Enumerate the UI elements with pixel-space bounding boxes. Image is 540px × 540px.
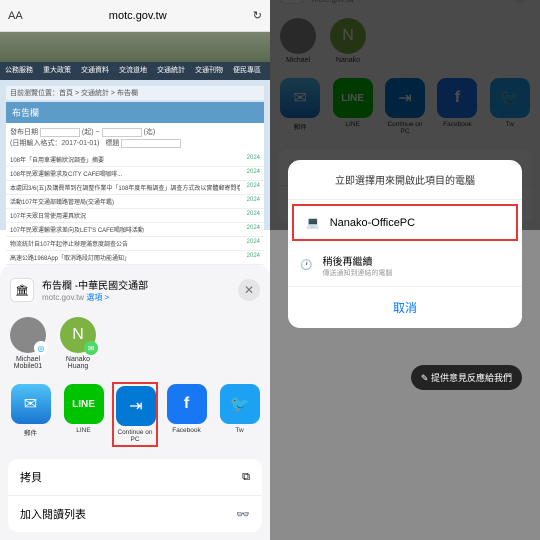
close-icon[interactable]: ✕ <box>238 279 260 301</box>
share-app-twitter[interactable]: 🐦Tw <box>217 384 262 445</box>
modal-header: 立即選擇用來開啟此項目的電腦 <box>288 160 522 200</box>
later-option[interactable]: 🕐 稍後再繼續傳送通知到連結的電腦 <box>288 245 522 286</box>
cancel-button[interactable]: 取消 <box>288 286 522 328</box>
phone-right: AAmotc.gov.tw↻ 公務服務重大政策交通資料交流道地交通統計交通刊物便… <box>270 0 540 540</box>
table-row[interactable]: 107年天眾日常使用運具狀況2024 <box>6 209 264 223</box>
airdrop-person[interactable]: ◎ MichaelMobile01 <box>10 317 46 370</box>
sheet-title: 布告欄 -中華民國交通部 <box>42 277 230 292</box>
nav-item[interactable]: 交通資料 <box>76 62 114 80</box>
sheet-options[interactable]: 選項 > <box>86 293 109 302</box>
nav-item[interactable]: 交流道地 <box>114 62 152 80</box>
sheet-subtitle: motc.gov.tw <box>42 293 84 302</box>
url-text[interactable]: motc.gov.tw <box>31 10 245 22</box>
line-icon: LINE <box>64 384 104 424</box>
pc-option[interactable]: 💻 Nanako-OfficePC <box>292 204 518 241</box>
share-sheet: 🏛 布告欄 -中華民國交通部 motc.gov.tw 選項 > ✕ ◎ Mich… <box>0 265 270 540</box>
facebook-icon: f <box>167 384 207 424</box>
table-row[interactable]: 本處因3/6(五)及講費幣到在調整作業中「108年度年報調查」調查方式改以實體郵… <box>6 181 264 195</box>
copy-icon: ⧉ <box>242 471 250 484</box>
phone-left: AA motc.gov.tw ↻ 公務服務 重大政策 交通資料 交流道地 交通統… <box>0 0 270 540</box>
continue-pc-icon: ⇥ <box>116 386 156 426</box>
mail-icon: ✉ <box>11 384 51 424</box>
text-size-button[interactable]: AA <box>8 10 23 22</box>
title-input[interactable] <box>121 139 181 148</box>
airdrop-person[interactable]: N✉ NanakoHuang <box>60 317 96 370</box>
feedback-pill[interactable]: ✎ 提供意見反應給我們 <box>411 365 522 390</box>
panel-title: 布告欄 <box>6 102 264 123</box>
table-row[interactable]: 物流統計自107年起停止辦理滿意度調查公告2024 <box>6 237 264 251</box>
pc-picker-modal: 立即選擇用來開啟此項目的電腦 💻 Nanako-OfficePC 🕐 稍後再繼續… <box>288 160 522 328</box>
date-to-input[interactable] <box>102 128 142 137</box>
nav-item[interactable]: 公務服務 <box>0 62 38 80</box>
clock-icon: 🕐 <box>300 260 312 271</box>
table-row[interactable]: 活動107年交通部鐵路管理局(交通年鑑)2024 <box>6 195 264 209</box>
share-app-mail[interactable]: ✉郵件 <box>8 384 53 445</box>
laptop-icon: 💻 <box>306 216 320 229</box>
address-bar: AA motc.gov.tw ↻ <box>0 0 270 32</box>
pc-name: Nanako-OfficePC <box>330 217 415 229</box>
table-row[interactable]: 高速公路1968App「取消路段訂閱功能通知」2024 <box>6 251 264 265</box>
nav-item[interactable]: 便民專區 <box>228 62 266 80</box>
share-app-line[interactable]: LINELINE <box>61 384 106 445</box>
share-app-facebook[interactable]: fFacebook <box>164 384 209 445</box>
filters: 發布日期 (起) ~ (迄) (日期輸入格式：2017-01-01) 標題 <box>6 123 264 153</box>
hero-image <box>0 32 270 62</box>
announce-table: 108年「自用車運輸狀況調查」摘要2024 108年民眾運輸需求及CITY CA… <box>6 153 264 265</box>
date-from-input[interactable] <box>40 128 80 137</box>
feedback-icon: ✎ <box>421 373 429 383</box>
twitter-icon: 🐦 <box>220 384 260 424</box>
table-row[interactable]: 108年民眾運輸需求及CITY CAFE喝咖啡...2024 <box>6 167 264 181</box>
table-row[interactable]: 107年民眾運輸需求差向及LET'S CAFE喝咖啡活動2024 <box>6 223 264 237</box>
glasses-icon: 👓 <box>236 508 250 521</box>
reload-icon[interactable]: ↻ <box>253 9 262 22</box>
nav-item[interactable]: 重大政策 <box>38 62 76 80</box>
nav-item[interactable]: 交通統計 <box>152 62 190 80</box>
nav-item[interactable]: 交通刊物 <box>190 62 228 80</box>
share-app-continue-pc[interactable]: ⇥Continue on PC <box>112 382 158 447</box>
reading-list-action[interactable]: 加入閱讀列表👓 <box>8 496 262 532</box>
page-content: 目前瀏覽位置：首頁 > 交通統計 > 布告欄 布告欄 發布日期 (起) ~ (迄… <box>0 80 270 230</box>
breadcrumb: 目前瀏覽位置：首頁 > 交通統計 > 布告欄 <box>6 86 264 100</box>
site-favicon: 🏛 <box>10 278 34 302</box>
copy-action[interactable]: 拷貝⧉ <box>8 459 262 496</box>
table-row[interactable]: 108年「自用車運輸狀況調查」摘要2024 <box>6 153 264 167</box>
airdrop-icon: ◎ <box>34 341 48 355</box>
messages-icon: ✉ <box>84 341 98 355</box>
site-nav: 公務服務 重大政策 交通資料 交流道地 交通統計 交通刊物 便民專區 <box>0 62 270 80</box>
